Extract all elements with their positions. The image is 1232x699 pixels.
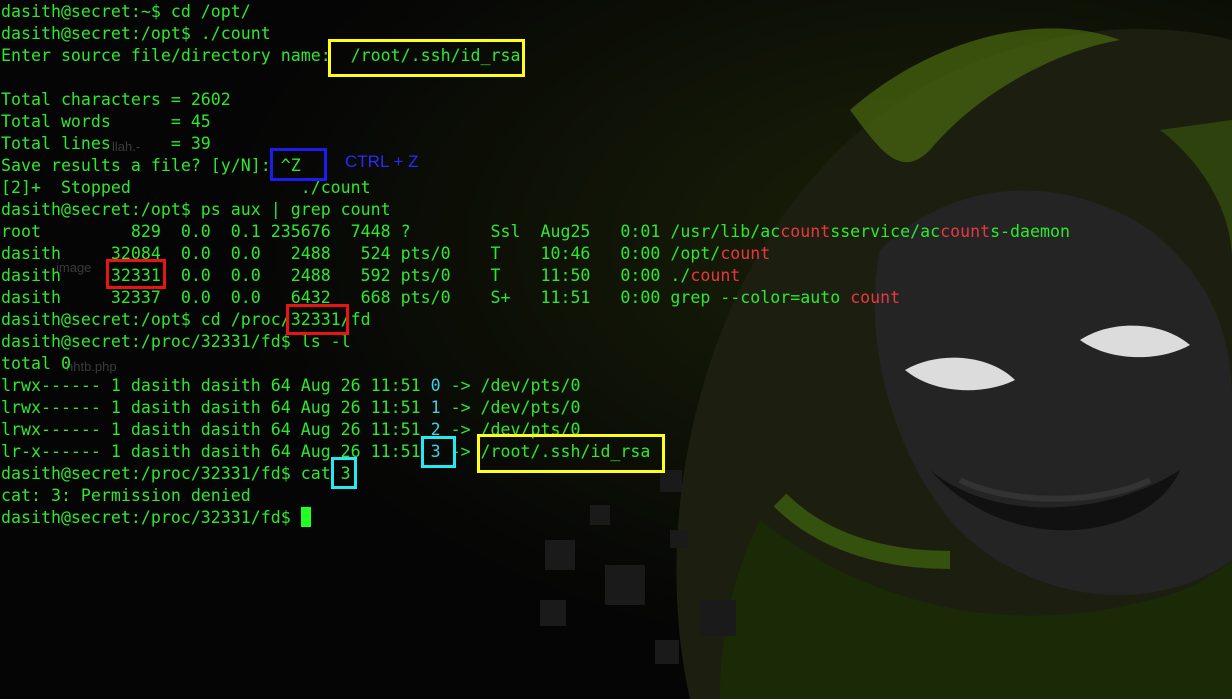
terminal-line: dasith@secret:/opt$ cd /proc/32331/fd bbox=[1, 309, 1070, 331]
terminal-line: Total words = 45 bbox=[1, 111, 1070, 133]
terminal-line: Total characters = 2602 bbox=[1, 89, 1070, 111]
grep-match: count bbox=[720, 244, 771, 263]
terminal-line: cat: 3: Permission denied bbox=[1, 485, 1070, 507]
terminal-line: dasith 32337 0.0 0.0 6432 668 pts/0 S+ 1… bbox=[1, 287, 1070, 309]
terminal-line: dasith@secret:/proc/32331/fd$ bbox=[1, 507, 1070, 529]
terminal-text: Save results a file? [y/N]: ^Z bbox=[1, 156, 301, 175]
terminal-line: dasith@secret:/proc/32331/fd$ ls -l bbox=[1, 331, 1070, 353]
terminal-line: lrwx------ 1 dasith dasith 64 Aug 26 11:… bbox=[1, 375, 1070, 397]
terminal-text: root 829 0.0 0.1 235676 7448 ? Ssl Aug25… bbox=[1, 222, 781, 241]
terminal-text: lr-x------ 1 dasith dasith 64 Aug 26 11:… bbox=[1, 442, 431, 461]
terminal-text: cat: 3: Permission denied bbox=[1, 486, 251, 505]
terminal-text: sservice/ac bbox=[830, 222, 941, 241]
terminal-text: s-daemon bbox=[990, 222, 1070, 241]
pid-highlight bbox=[106, 259, 166, 289]
terminal-text: dasith@secret:~$ cd /opt/ bbox=[1, 2, 251, 21]
grep-match: count bbox=[780, 222, 831, 241]
terminal-line: dasith@secret:/opt$ ./count bbox=[1, 23, 1070, 45]
ctrl-z-highlight bbox=[270, 148, 327, 181]
terminal-text: dasith@secret:/opt$ ./count bbox=[1, 24, 271, 43]
fd-number: 1 bbox=[430, 398, 441, 417]
terminal-line: lrwx------ 1 dasith dasith 64 Aug 26 11:… bbox=[1, 397, 1070, 419]
terminal-text: Total words = 45 bbox=[1, 112, 211, 131]
terminal-text: lrwx------ 1 dasith dasith 64 Aug 26 11:… bbox=[1, 420, 431, 439]
terminal-line: Enter source file/directory name: /root/… bbox=[1, 45, 1070, 67]
terminal-text: total 0 bbox=[1, 354, 71, 373]
id-rsa-link-highlight bbox=[477, 434, 665, 473]
terminal-line: [2]+ Stopped ./count bbox=[1, 177, 1070, 199]
terminal-text: lrwx------ 1 dasith dasith 64 Aug 26 11:… bbox=[1, 376, 431, 395]
terminal-text: -> /dev/pts/0 bbox=[440, 376, 581, 395]
proc-pid-highlight bbox=[286, 304, 349, 335]
terminal-line: Total lines = 39 bbox=[1, 133, 1070, 155]
terminal-text: dasith 32337 0.0 0.0 6432 668 pts/0 S+ 1… bbox=[1, 288, 851, 307]
cat-arg-highlight bbox=[331, 457, 357, 489]
terminal-text: Total characters = 2602 bbox=[1, 90, 231, 109]
terminal-text: dasith@secret:/proc/32331/fd$ bbox=[1, 508, 301, 527]
terminal-text: Total lines = 39 bbox=[1, 134, 211, 153]
grep-match: count bbox=[690, 266, 741, 285]
terminal-line: dasith@secret:/opt$ ps aux | grep count bbox=[1, 199, 1070, 221]
terminal-text: -> /dev/pts/0 bbox=[440, 398, 581, 417]
terminal-line: Save results a file? [y/N]: ^Z bbox=[1, 155, 1070, 177]
terminal-text: dasith@secret:/proc/32331/fd$ cat 3 bbox=[1, 464, 351, 483]
grep-match: count bbox=[850, 288, 901, 307]
fd3-highlight bbox=[421, 436, 456, 468]
terminal-cursor bbox=[300, 507, 311, 527]
grep-match: count bbox=[940, 222, 991, 241]
fd-number: 0 bbox=[430, 376, 441, 395]
source-path-highlight bbox=[328, 39, 525, 77]
terminal-text: lrwx------ 1 dasith dasith 64 Aug 26 11:… bbox=[1, 398, 431, 417]
terminal-text: dasith@secret:/opt$ ps aux | grep count bbox=[1, 200, 391, 219]
ctrl-z-annotation: CTRL + Z bbox=[345, 152, 419, 171]
terminal-line: total 0 bbox=[1, 353, 1070, 375]
terminal-line: root 829 0.0 0.1 235676 7448 ? Ssl Aug25… bbox=[1, 221, 1070, 243]
terminal-text: dasith 32331 0.0 0.0 2488 592 pts/0 T 11… bbox=[1, 266, 691, 285]
terminal-line: dasith@secret:~$ cd /opt/ bbox=[1, 1, 1070, 23]
